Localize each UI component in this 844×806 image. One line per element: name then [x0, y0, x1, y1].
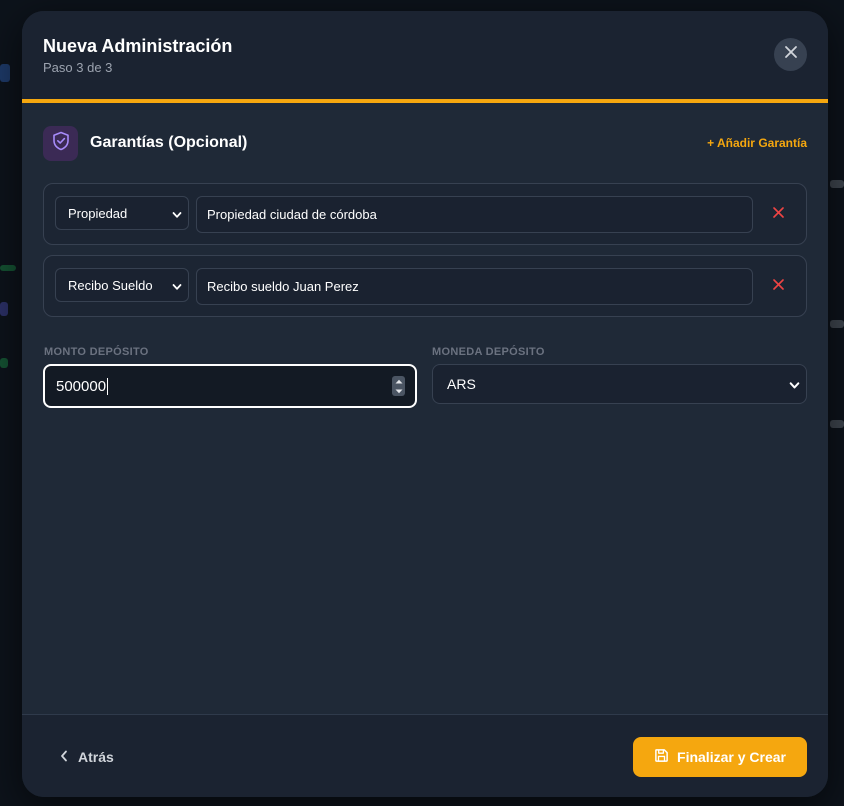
- progress-fill: [22, 99, 828, 103]
- step-indicator: Paso 3 de 3: [43, 60, 113, 75]
- modal-title: Nueva Administración: [43, 36, 233, 56]
- guarantee-description-value: Recibo sueldo Juan Perez: [207, 279, 359, 294]
- save-icon: [654, 748, 669, 766]
- backdrop-decoration: [830, 320, 844, 328]
- backdrop-decoration: [0, 358, 8, 368]
- chevron-down-icon: [789, 378, 800, 394]
- modal-header: Nueva Administración Paso 3 de 3: [22, 11, 828, 99]
- close-icon: [784, 45, 798, 64]
- backdrop-decoration: [830, 180, 844, 188]
- spinner-up-icon[interactable]: [395, 379, 403, 384]
- deposit-currency-select[interactable]: ARS: [432, 364, 807, 404]
- deposit-currency-value: ARS: [447, 376, 476, 392]
- guarantee-type-value: Recibo Sueldo: [68, 277, 153, 293]
- guarantee-description-value: Propiedad ciudad de córdoba: [207, 207, 377, 222]
- modal-footer: Atrás Finalizar y Crear: [22, 714, 828, 797]
- spinner-down-icon[interactable]: [395, 389, 403, 394]
- backdrop-decoration: [0, 302, 8, 316]
- close-icon: [772, 205, 784, 223]
- guarantee-description-input[interactable]: Propiedad ciudad de córdoba: [196, 196, 753, 233]
- back-button-label: Atrás: [78, 749, 114, 765]
- chevron-down-icon: [172, 280, 182, 295]
- new-administration-modal: Nueva Administración Paso 3 de 3 Garantí…: [22, 11, 828, 797]
- guarantee-type-value: Propiedad: [68, 205, 128, 221]
- section-title: Garantías (Opcional): [90, 134, 248, 151]
- number-spinner[interactable]: [392, 376, 405, 396]
- close-button[interactable]: [774, 38, 807, 71]
- section-icon-badge: [43, 126, 78, 161]
- chevron-left-icon: [60, 749, 68, 765]
- deposit-currency-label: MONEDA DEPÓSITO: [432, 346, 545, 358]
- chevron-down-icon: [172, 208, 182, 223]
- guarantee-description-input[interactable]: Recibo sueldo Juan Perez: [196, 268, 753, 305]
- back-button[interactable]: Atrás: [60, 745, 114, 769]
- shield-check-icon: [52, 131, 70, 156]
- remove-guarantee-button[interactable]: [766, 274, 790, 298]
- deposit-amount-value: 500000: [56, 377, 107, 395]
- guarantee-type-select[interactable]: Propiedad: [55, 196, 189, 230]
- deposit-amount-input[interactable]: 500000: [43, 364, 417, 408]
- remove-guarantee-button[interactable]: [766, 202, 790, 226]
- backdrop-decoration: [0, 265, 16, 271]
- close-icon: [772, 277, 784, 295]
- finish-and-create-button[interactable]: Finalizar y Crear: [633, 737, 807, 777]
- guarantee-type-select[interactable]: Recibo Sueldo: [55, 268, 189, 302]
- guarantee-row: Recibo Sueldo Recibo sueldo Juan Perez: [43, 255, 807, 317]
- text-caret: [107, 377, 109, 395]
- progress-bar: [22, 99, 828, 103]
- backdrop-decoration: [830, 420, 844, 428]
- backdrop-decoration: [0, 64, 10, 82]
- finish-button-label: Finalizar y Crear: [677, 749, 786, 765]
- deposit-amount-label: MONTO DEPÓSITO: [44, 346, 149, 358]
- add-guarantee-button[interactable]: + Añadir Garantía: [707, 136, 807, 150]
- guarantee-row: Propiedad Propiedad ciudad de córdoba: [43, 183, 807, 245]
